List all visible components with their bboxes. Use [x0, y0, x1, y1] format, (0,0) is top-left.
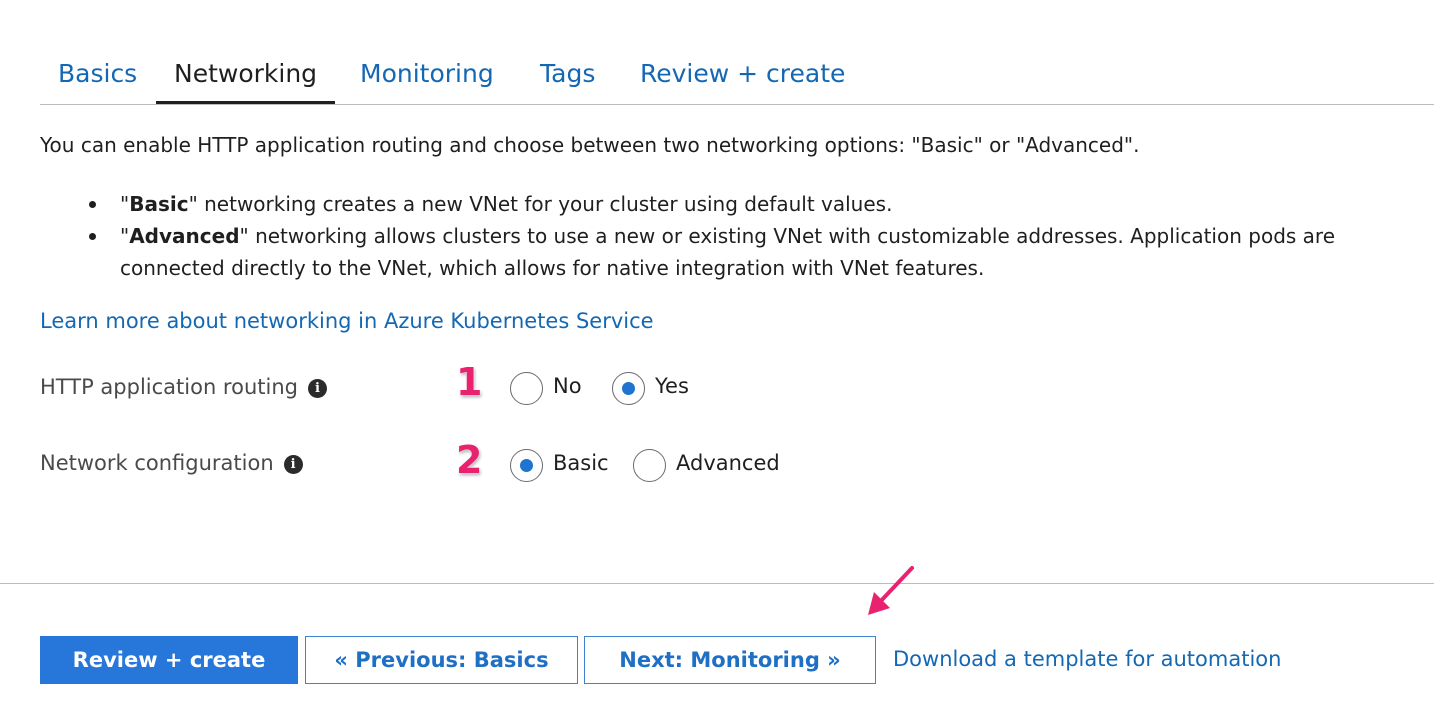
previous-button[interactable]: « Previous: Basics	[305, 636, 578, 684]
tab-basics[interactable]: Basics	[40, 44, 155, 103]
network-config-label-text: Network configuration	[40, 451, 274, 475]
radio-network-advanced[interactable]: Advanced	[633, 449, 783, 485]
http-routing-label-text: HTTP application routing	[40, 375, 298, 399]
tab-review-create[interactable]: Review + create	[622, 44, 863, 103]
bullet-text: " networking creates a new VNet for your…	[188, 192, 893, 216]
arrow-icon	[868, 566, 914, 615]
tab-tags[interactable]: Tags	[522, 44, 613, 103]
bullet-quote-open: "	[120, 224, 130, 248]
network-config-label: Network configuration i	[40, 451, 303, 475]
tab-monitoring[interactable]: Monitoring	[342, 44, 512, 103]
bullet-bold: Advanced	[129, 224, 240, 248]
bullet-bold: Basic	[129, 192, 189, 216]
radio-label: Basic	[553, 451, 609, 475]
radio-circle[interactable]	[612, 372, 645, 405]
radio-circle[interactable]	[510, 449, 543, 482]
tab-bar: Basics Networking Monitoring Tags Review…	[40, 44, 1434, 105]
info-icon[interactable]: i	[307, 379, 327, 398]
radio-circle[interactable]	[510, 372, 543, 405]
http-routing-label: HTTP application routing i	[40, 375, 327, 399]
footer-divider	[0, 583, 1434, 584]
radio-label: No	[553, 374, 582, 398]
bullet-text: " networking allows clusters to use a ne…	[120, 224, 1336, 280]
info-icon[interactable]: i	[283, 455, 303, 474]
radio-label: Advanced	[676, 451, 780, 475]
radio-http-routing-yes[interactable]: Yes	[612, 372, 702, 408]
download-template-link[interactable]: Download a template for automation	[893, 647, 1281, 671]
tab-networking[interactable]: Networking	[156, 44, 336, 104]
step-annotation-1: 1	[456, 360, 483, 404]
list-item: "Basic" networking creates a new VNet fo…	[40, 188, 1410, 220]
radio-network-basic[interactable]: Basic	[510, 449, 610, 485]
bullet-quote-open: "	[120, 192, 130, 216]
next-button[interactable]: Next: Monitoring »	[584, 636, 876, 684]
radio-http-routing-no[interactable]: No	[510, 372, 590, 408]
radio-label: Yes	[655, 374, 689, 398]
learn-more-link[interactable]: Learn more about networking in Azure Kub…	[40, 309, 654, 333]
review-create-button[interactable]: Review + create	[40, 636, 298, 684]
list-item: "Advanced" networking allows clusters to…	[40, 220, 1410, 284]
intro-text: You can enable HTTP application routing …	[40, 133, 1140, 157]
radio-circle[interactable]	[633, 449, 666, 482]
networking-options-list: "Basic" networking creates a new VNet fo…	[40, 188, 1410, 284]
step-annotation-2: 2	[456, 438, 483, 482]
